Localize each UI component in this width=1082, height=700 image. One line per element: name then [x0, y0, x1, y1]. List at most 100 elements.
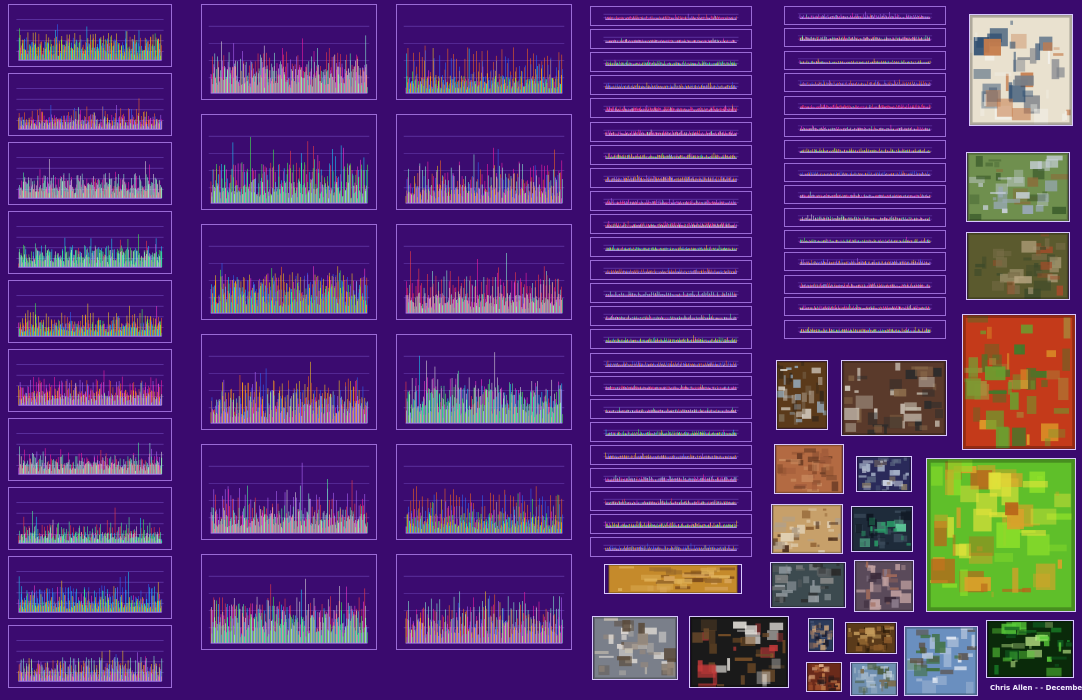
chart-bar: [114, 593, 116, 613]
chart-series: [20, 656, 162, 682]
chart-bar: [57, 330, 59, 337]
chart-bar: [319, 519, 321, 534]
chart-bar: [258, 280, 260, 314]
chart-bar: [67, 666, 69, 682]
chart-bar: [45, 470, 47, 475]
chart-bar: [359, 399, 361, 424]
chart-bar: [74, 387, 76, 406]
chart-bar: [32, 255, 34, 268]
chart-bar: [256, 520, 258, 534]
chart-bar: [59, 121, 61, 130]
chart-bar: [128, 571, 129, 613]
chart-bar: [124, 673, 126, 682]
chart-bar: [78, 42, 80, 61]
chart-bar: [130, 123, 131, 130]
chart-bar: [280, 412, 282, 424]
chart-bar: [45, 667, 47, 682]
chart-bar: [128, 46, 130, 61]
chart-bar: [39, 121, 40, 130]
chart-bar: [104, 110, 106, 130]
chart-bar: [335, 183, 337, 204]
chart-series: [211, 38, 366, 94]
chart-series: [20, 314, 162, 337]
chart-bar: [73, 187, 75, 199]
chart-bar: [270, 193, 271, 204]
chart-bar: [347, 378, 349, 424]
chart-bar: [76, 456, 78, 475]
chart-bar: [48, 674, 50, 682]
chart-bar: [31, 600, 32, 613]
chart-bar: [62, 657, 64, 682]
chart-bar: [340, 54, 341, 94]
chart-bar: [258, 73, 259, 94]
chart-bar: [275, 292, 277, 314]
chart-bar: [28, 327, 30, 337]
chart-series: [19, 104, 162, 130]
chart-bar: [221, 78, 223, 94]
chart-bar: [74, 321, 76, 337]
chart-bar: [42, 324, 43, 337]
chart-bar: [49, 468, 51, 475]
chart-bar: [128, 257, 130, 268]
chart-bar: [65, 465, 66, 475]
chart-bar: [269, 70, 271, 94]
chart-bar: [257, 195, 258, 204]
chart-bar: [274, 273, 276, 314]
chart-bar: [104, 392, 105, 406]
chart-bar: [359, 284, 360, 314]
chart-bar: [23, 48, 25, 61]
chart-bar: [362, 386, 364, 424]
chart-bar: [104, 601, 106, 613]
chart-bar: [127, 190, 129, 199]
chart-bar: [135, 43, 137, 61]
chart-bar: [20, 593, 22, 613]
chart-bar: [295, 192, 296, 204]
chart-bar: [355, 381, 356, 424]
chart-bar: [257, 192, 259, 204]
chart-bar: [58, 534, 60, 544]
chart-bar: [52, 121, 53, 130]
chart-bar: [355, 80, 357, 94]
chart-bar: [266, 299, 268, 314]
chart-bar: [39, 380, 41, 406]
chart-bar: [264, 291, 266, 314]
chart-bar: [121, 179, 123, 199]
chart-bar: [36, 53, 38, 61]
chart-bar: [59, 52, 61, 61]
chart-bar: [359, 399, 360, 424]
chart-bar: [122, 468, 124, 475]
chart-bar: [266, 174, 268, 204]
chart-bar: [297, 182, 299, 204]
chart-bar: [365, 304, 367, 314]
chart-bar: [118, 49, 120, 61]
chart-bar: [122, 119, 124, 130]
chart-bar: [57, 325, 58, 337]
chart-bar: [20, 55, 22, 61]
chart-bar: [361, 85, 362, 94]
chart-grid: [208, 245, 370, 299]
chart-bar: [358, 292, 360, 314]
chart-bar: [45, 384, 47, 406]
chart-bar: [81, 252, 82, 268]
chart-bar: [305, 66, 306, 94]
chart-bar: [213, 73, 214, 94]
chart-bar: [153, 45, 155, 61]
chart-bar: [72, 120, 74, 130]
chart-bar: [306, 193, 308, 204]
chart-bar: [106, 395, 108, 406]
chart-bar: [67, 328, 69, 337]
chart-bar: [118, 399, 119, 406]
chart-bar: [78, 533, 79, 544]
chart-bar: [290, 398, 291, 424]
chart-bar: [96, 462, 97, 475]
chart-bar: [63, 328, 65, 337]
chart-bar: [238, 396, 240, 424]
chart-bar: [105, 670, 106, 682]
chart-bar: [339, 507, 341, 534]
chart-bar: [280, 75, 282, 94]
chart-bar: [127, 603, 129, 613]
chart-bar: [61, 667, 62, 682]
chart-bar: [66, 43, 67, 61]
chart-bar: [76, 386, 77, 406]
chart-bar: [96, 46, 97, 61]
